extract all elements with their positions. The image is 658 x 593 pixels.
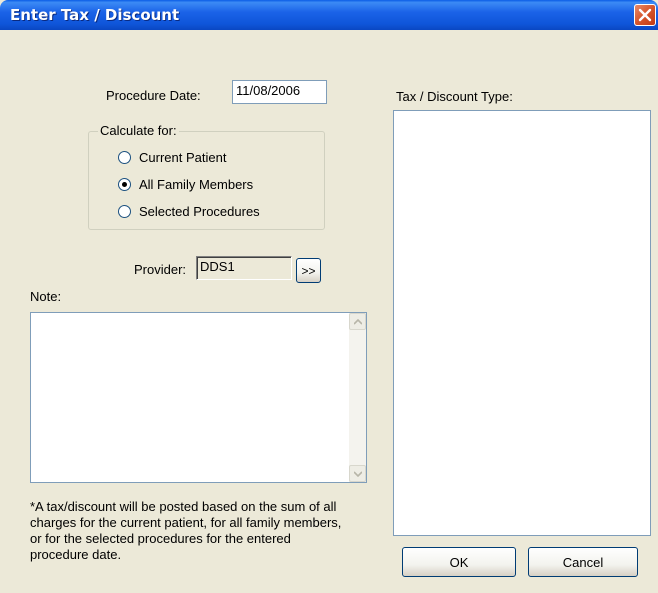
window-title: Enter Tax / Discount [10, 6, 180, 24]
scroll-up-arrow-icon [354, 319, 362, 325]
radio-label: All Family Members [139, 176, 254, 192]
provider-browse-button[interactable]: >> [296, 258, 321, 283]
scroll-down-arrow-icon [354, 471, 362, 477]
radio-button[interactable] [118, 177, 131, 191]
note-scrollbar[interactable] [349, 313, 366, 482]
title-bar[interactable]: Enter Tax / Discount [0, 0, 658, 30]
close-icon [638, 8, 652, 22]
procedure-date-label: Procedure Date: [106, 88, 201, 103]
ok-button[interactable]: OK [402, 547, 516, 577]
cancel-button[interactable]: Cancel [528, 547, 638, 577]
procedure-date-input[interactable]: 11/08/2006 [232, 80, 327, 104]
provider-field: DDS1 [196, 256, 292, 280]
provider-label: Provider: [134, 262, 187, 277]
radio-button[interactable] [118, 150, 131, 164]
footnote-text: *A tax/discount will be posted based on … [30, 499, 342, 562]
scroll-up-button[interactable] [349, 313, 366, 330]
tax-discount-type-label: Tax / Discount Type: [396, 89, 513, 104]
radio-selected-procedures[interactable]: Selected Procedures [118, 202, 260, 220]
radio-all-family-members[interactable]: All Family Members [118, 175, 253, 193]
radio-label: Current Patient [139, 149, 227, 165]
radio-button[interactable] [118, 204, 131, 218]
note-label: Note: [30, 289, 62, 304]
note-textarea[interactable] [30, 312, 367, 483]
close-button[interactable] [634, 4, 656, 26]
calculate-for-legend: Calculate for: [98, 123, 179, 138]
tax-discount-dialog: Enter Tax / Discount Procedure Date: 11/… [0, 0, 658, 593]
scroll-down-button[interactable] [349, 465, 366, 482]
tax-discount-type-list[interactable] [393, 110, 651, 536]
radio-current-patient[interactable]: Current Patient [118, 148, 226, 166]
radio-label: Selected Procedures [139, 203, 260, 219]
